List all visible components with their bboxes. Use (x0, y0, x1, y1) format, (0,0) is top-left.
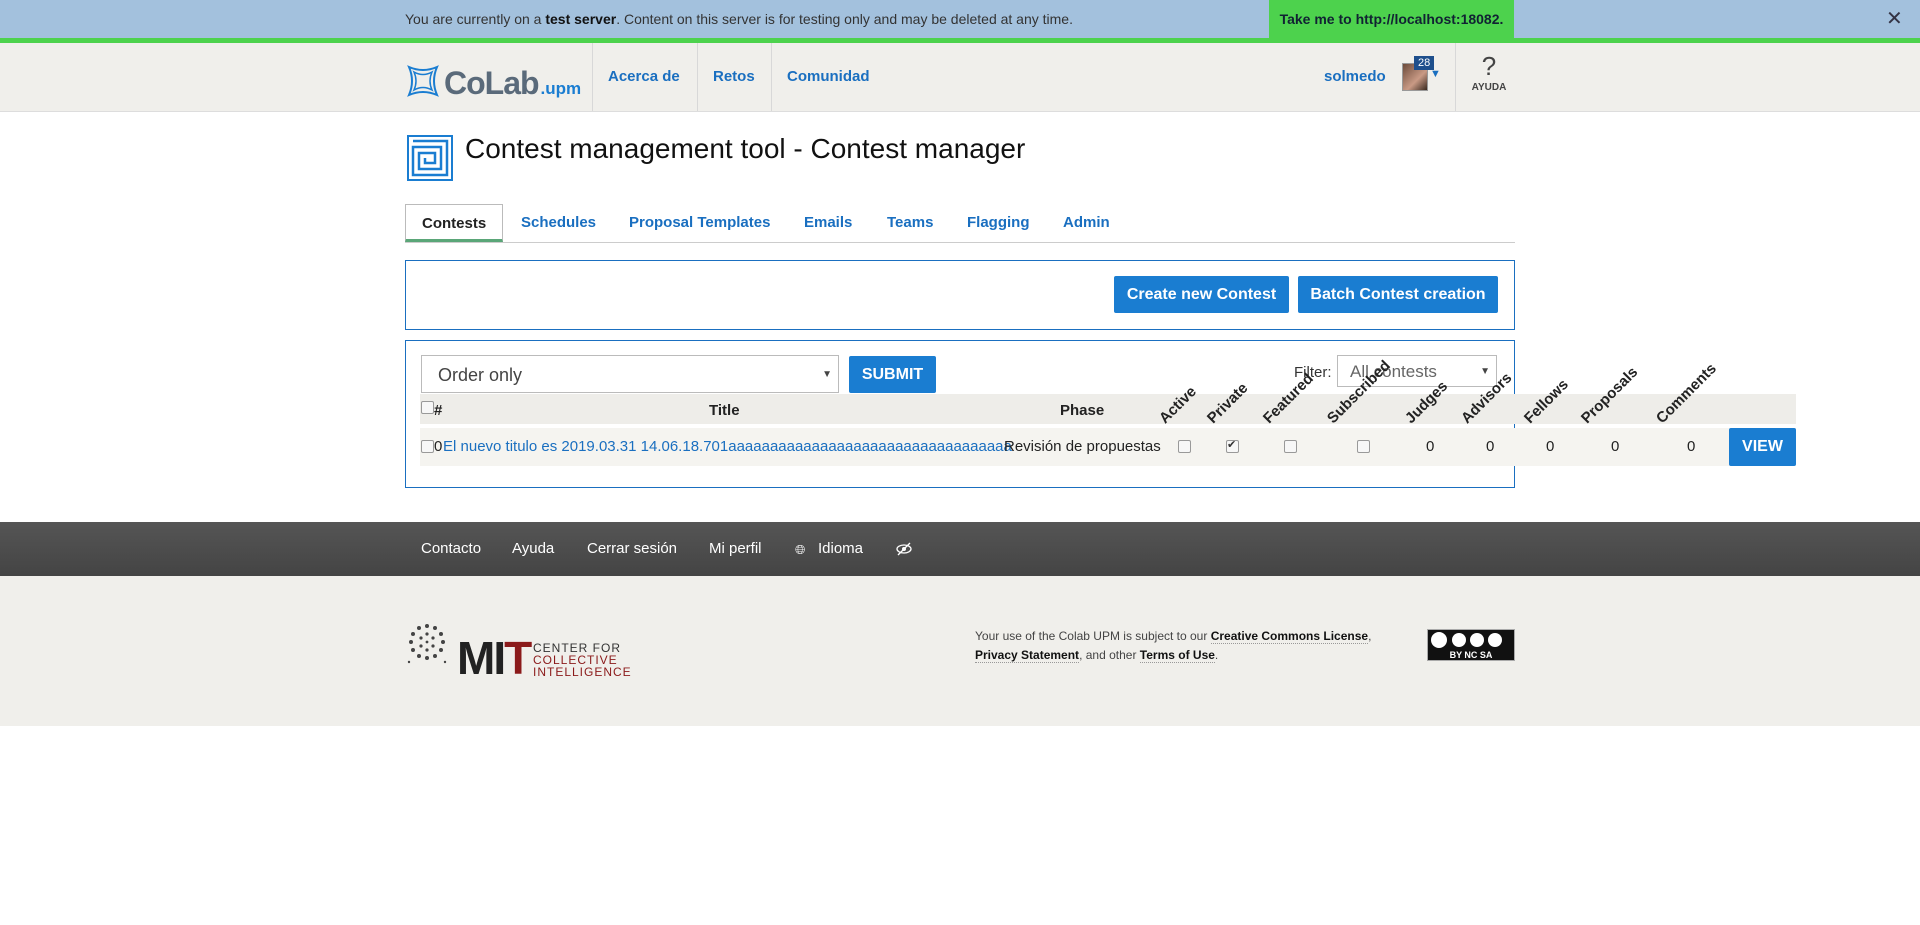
row-phase: Revisión de propuestas (1004, 438, 1161, 455)
maze-icon (407, 135, 453, 181)
row-judges: 0 (1426, 438, 1435, 455)
mit-cci-logo[interactable]: MIT CENTER FOR COLLECTIVE INTELLIGENCE (405, 622, 631, 681)
nav-divider (592, 43, 593, 111)
cc-badge-text: BY NC SA (1449, 650, 1493, 660)
footer (0, 576, 1920, 726)
nav-divider (697, 43, 698, 111)
localhost-link[interactable]: Take me to http://localhost:18082. (1269, 0, 1514, 38)
footer-link-ayuda[interactable]: Ayuda (512, 540, 554, 557)
chevron-down-icon[interactable]: ▼ (1430, 68, 1441, 80)
tab-flagging[interactable]: Flagging (951, 204, 1046, 242)
colab-logo-icon (407, 65, 439, 97)
footer-link-idioma[interactable]: Idioma (818, 540, 863, 557)
tab-schedules[interactable]: Schedules (505, 204, 612, 242)
row-num: 0 (434, 438, 443, 455)
colab-logo[interactable]: CoLab .upm (406, 55, 581, 99)
row-title-link[interactable]: El nuevo titulo es 2019.03.31 14.06.18.7… (443, 438, 1012, 455)
banner-prefix: You are currently on a (405, 11, 546, 27)
legal-text: Your use of the Colab UPM is subject to … (975, 627, 1395, 665)
tab-admin[interactable]: Admin (1047, 204, 1126, 242)
test-server-banner: You are currently on a test server. Cont… (0, 0, 1920, 43)
tab-bar: Contests Schedules Proposal Templates Em… (405, 204, 1515, 243)
tab-emails[interactable]: Emails (788, 204, 868, 242)
terms-of-use-link[interactable]: Terms of Use (1139, 648, 1215, 663)
row-comments: 0 (1687, 438, 1696, 455)
row-proposals: 0 (1611, 438, 1620, 455)
nav-divider (771, 43, 772, 111)
legal-mid: , and other (1079, 648, 1140, 662)
legal-prefix: Your use of the Colab UPM is subject to … (975, 629, 1211, 643)
mit-line-3: INTELLIGENCE (533, 665, 632, 679)
help-icon: ? (1481, 51, 1497, 81)
nav-link-comunidad[interactable]: Comunidad (787, 68, 870, 85)
active-checkbox[interactable] (1178, 440, 1191, 453)
view-button[interactable]: VIEW (1729, 428, 1796, 466)
close-icon[interactable]: ✕ (1886, 6, 1903, 31)
page-title: Contest management tool - Contest manage… (465, 133, 1026, 164)
col-num: # (434, 402, 443, 419)
banner-text: You are currently on a test server. Cont… (405, 11, 1073, 27)
legal-end: . (1214, 648, 1219, 662)
creative-commons-link[interactable]: Creative Commons License (1210, 629, 1369, 644)
footer-link-contacto[interactable]: Contacto (421, 540, 481, 557)
submit-button[interactable]: SUBMIT (849, 356, 936, 393)
private-checkbox[interactable] (1226, 438, 1239, 453)
select-all-checkbox[interactable] (421, 401, 434, 414)
banner-suffix: . Content on this server is for testing … (616, 11, 1073, 27)
cc-icons (1431, 632, 1502, 648)
row-checkbox[interactable] (421, 440, 434, 453)
eye-slash-icon[interactable] (896, 542, 912, 556)
subscribed-checkbox[interactable] (1357, 440, 1370, 453)
col-phase: Phase (1060, 402, 1105, 419)
footer-link-mi-perfil[interactable]: Mi perfil (709, 540, 762, 557)
logo-main-text: CoLab (444, 65, 540, 101)
mit-dots-icon (407, 624, 447, 664)
help-button[interactable]: ? AYUDA (1455, 43, 1523, 111)
row-fellows: 0 (1546, 438, 1555, 455)
tab-contests[interactable]: Contests (405, 204, 503, 242)
cc-license-badge[interactable]: BY NC SA (1427, 629, 1515, 661)
chevron-down-icon: ▼ (822, 369, 832, 380)
footer-nav: Contacto Ayuda Cerrar sesión Mi perfil 🌐… (0, 522, 1920, 576)
tab-proposal-templates[interactable]: Proposal Templates (613, 204, 786, 242)
nav-link-retos[interactable]: Retos (713, 68, 755, 85)
featured-checkbox[interactable] (1284, 440, 1297, 453)
banner-strong: test server (545, 11, 617, 27)
nav-link-acerca[interactable]: Acerca de (608, 68, 680, 85)
user-name-link[interactable]: solmedo (1324, 68, 1386, 85)
row-advisors: 0 (1486, 438, 1495, 455)
footer-link-cerrar-sesion[interactable]: Cerrar sesión (587, 540, 677, 557)
batch-contest-button[interactable]: Batch Contest creation (1298, 276, 1498, 313)
help-label: AYUDA (1471, 82, 1507, 93)
privacy-statement-link[interactable]: Privacy Statement (975, 648, 1080, 663)
top-nav: CoLab .upm Acerca de Retos Comunidad solm… (0, 43, 1920, 112)
legal-sep: , (1368, 629, 1372, 643)
create-contest-button[interactable]: Create new Contest (1114, 276, 1289, 313)
tab-teams[interactable]: Teams (871, 204, 949, 242)
order-select-value: Order only (438, 365, 523, 385)
order-select[interactable]: Order only ▼ (421, 355, 839, 393)
mit-center-text: CENTER FOR COLLECTIVE INTELLIGENCE (533, 642, 632, 678)
col-title: Title (709, 402, 740, 419)
logo-sub-text: .upm (540, 79, 582, 98)
globe-icon: 🌐︎ (795, 542, 806, 557)
mit-wordmark: MIT (457, 632, 532, 684)
table-row: 0 El nuevo titulo es 2019.03.31 14.06.18… (420, 428, 1796, 466)
